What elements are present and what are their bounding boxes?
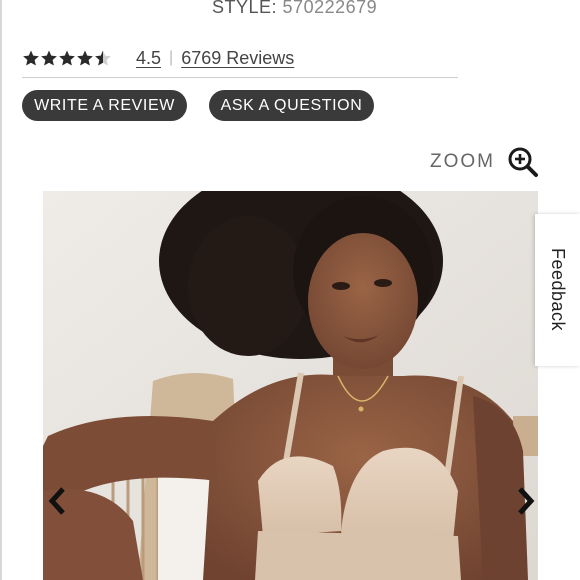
divider <box>22 77 458 78</box>
rating-separator: | <box>169 49 174 66</box>
page-left-border <box>0 0 2 580</box>
feedback-tab[interactable]: Feedback <box>535 214 580 366</box>
star-icon <box>41 50 57 66</box>
write-review-button[interactable]: WRITE A REVIEW <box>22 90 187 121</box>
average-rating-link[interactable]: 4.5 <box>136 48 161 69</box>
half-star-icon <box>95 50 111 66</box>
zoom-label: ZOOM <box>430 151 495 172</box>
rating-summary: 4.5 | 6769 Reviews <box>22 46 294 70</box>
ask-question-button[interactable]: ASK A QUESTION <box>209 90 374 121</box>
reviews-count-link[interactable]: 6769 Reviews <box>181 48 294 69</box>
style-number: STYLE: 570222679 <box>212 0 377 18</box>
product-image[interactable] <box>43 191 538 580</box>
star-icon <box>77 50 93 66</box>
chevron-right-icon[interactable] <box>511 485 539 517</box>
zoom-control[interactable]: ZOOM <box>430 146 539 178</box>
star-rating <box>22 49 112 67</box>
product-photo-illustration <box>43 191 538 580</box>
style-value: 570222679 <box>282 0 378 17</box>
star-icon <box>59 50 75 66</box>
style-label: STYLE: <box>212 0 278 17</box>
star-icon <box>23 50 39 66</box>
zoom-in-icon[interactable] <box>507 146 539 178</box>
feedback-label: Feedback <box>548 248 568 332</box>
chevron-left-icon[interactable] <box>44 485 72 517</box>
